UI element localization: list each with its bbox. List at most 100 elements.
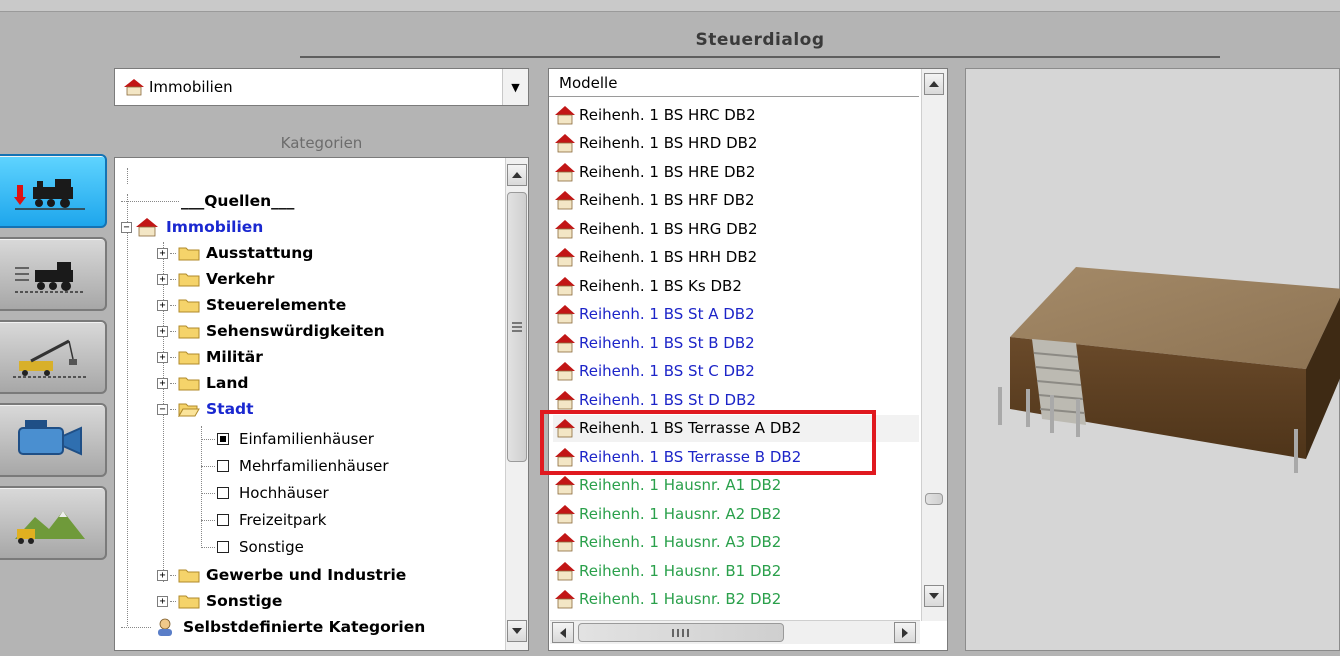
category-tree[interactable]: ___Quellen___ − Immobilien + Ausstattung…	[114, 157, 529, 651]
tree-item-gewerbe[interactable]: + Gewerbe und Industrie	[157, 562, 406, 588]
category-combobox[interactable]: Immobilien ▼	[114, 68, 529, 106]
expand-icon[interactable]: +	[157, 273, 168, 285]
tree-item-ausstattung[interactable]: + Ausstattung	[157, 240, 313, 266]
model-3d-preview	[998, 267, 1340, 473]
scroll-up-icon[interactable]	[507, 164, 527, 186]
tree-vertical-scrollbar[interactable]	[505, 158, 528, 650]
model-list-item[interactable]: Reihenh. 1 BS St A DB2	[553, 301, 919, 328]
model-item-label: Reihenh. 1 Hausnr. B1 DB2	[579, 561, 782, 580]
tree-item-einfamilienhaeuser[interactable]: Einfamilienhäuser	[201, 426, 374, 452]
model-list-item[interactable]: Reihenh. 1 BS HRG DB2	[553, 215, 919, 242]
tool-button-rollmaterial-list[interactable]	[0, 237, 107, 311]
model-list-item[interactable]: Reihenh. 1 BS St D DB2	[553, 386, 919, 413]
collapse-icon[interactable]: −	[121, 221, 132, 233]
tree-item-sonstige[interactable]: + Sonstige	[157, 588, 282, 614]
expand-icon[interactable]: +	[157, 299, 168, 311]
tree-item-hochhaeuser[interactable]: Hochhäuser	[201, 480, 329, 506]
model-list-item[interactable]: Reihenh. 1 Hausnr. B2 DB2	[553, 586, 919, 613]
tree-item-label: Militär	[206, 348, 263, 366]
house-icon	[555, 333, 575, 352]
scrollbar-thumb[interactable]	[925, 493, 943, 505]
tree-item-mehrfamilienhaeuser[interactable]: Mehrfamilienhäuser	[201, 453, 389, 479]
scrollbar-thumb[interactable]	[507, 192, 527, 462]
scroll-right-icon[interactable]	[894, 622, 916, 643]
scrollbar-thumb[interactable]	[578, 623, 784, 642]
tree-item-immobilien[interactable]: − Immobilien	[121, 214, 263, 240]
model-list-item[interactable]: Reihenh. 1 BS St B DB2	[553, 329, 919, 356]
expand-icon[interactable]: +	[157, 595, 168, 607]
tree-item-militaer[interactable]: + Militär	[157, 344, 263, 370]
expand-icon[interactable]: +	[157, 569, 168, 581]
model-item-label: Reihenh. 1 Hausnr. A3 DB2	[579, 533, 782, 551]
model-item-label: Reihenh. 1 BS St C DB2	[579, 362, 755, 380]
folder-icon	[178, 273, 200, 287]
collapse-icon[interactable]: −	[157, 403, 168, 415]
expand-icon[interactable]: +	[157, 247, 168, 259]
train-down-icon	[13, 179, 85, 210]
model-list-item[interactable]: Reihenh. 1 BS Ks DB2	[553, 272, 919, 299]
expand-icon[interactable]: +	[157, 377, 168, 389]
tree-connector	[201, 465, 215, 467]
tree-item-freizeitpark[interactable]: Freizeitpark	[201, 507, 327, 533]
model-list-item[interactable]: Reihenh. 1 BS HRH DB2	[553, 244, 919, 271]
checkbox-einfamilienhaeuser[interactable]	[217, 433, 229, 445]
tool-button-rollmaterial-insert[interactable]	[0, 154, 107, 228]
tree-connector	[201, 519, 215, 521]
models-vertical-scrollbar[interactable]	[921, 69, 947, 621]
tree-item-stadt[interactable]: − Stadt	[157, 396, 254, 422]
scroll-down-icon[interactable]	[507, 620, 527, 642]
tree-item-sehenswuerdigkeiten[interactable]: + Sehenswürdigkeiten	[157, 318, 385, 344]
models-column-header[interactable]: Modelle	[549, 69, 919, 97]
tree-connector	[170, 252, 176, 254]
model-list-item[interactable]: Reihenh. 1 Hausnr. A2 DB2	[553, 500, 919, 527]
tree-item-land[interactable]: + Land	[157, 370, 248, 396]
models-horizontal-scrollbar[interactable]	[550, 620, 920, 644]
model-list-item[interactable]: Reihenh. 1 Hausnr. A3 DB2	[553, 529, 919, 556]
model-list-item[interactable]: Reihenh. 1 BS HRC DB2	[553, 101, 919, 128]
tree-item-quellen[interactable]: ___Quellen___	[121, 188, 294, 214]
tree-item-label: Ausstattung	[206, 244, 314, 262]
tree-connector	[170, 600, 176, 602]
model-list-item[interactable]: Reihenh. 1 BS HRF DB2	[553, 187, 919, 214]
model-item-label: Reihenh. 1 BS HRH DB2	[579, 248, 758, 266]
expand-icon[interactable]: +	[157, 351, 168, 363]
tree-item-verkehr[interactable]: + Verkehr	[157, 266, 274, 292]
dropdown-arrow-icon[interactable]: ▼	[502, 69, 528, 105]
model-item-label: Reihenh. 1 Hausnr. A2 DB2	[579, 504, 782, 523]
scroll-down-icon[interactable]	[924, 585, 944, 607]
model-list-item[interactable]: Reihenh. 1 Hausnr. A1 DB2	[553, 472, 919, 499]
checkbox-sonstige-stadt[interactable]	[217, 541, 229, 553]
open-folder-icon	[178, 403, 200, 417]
model-list-item[interactable]: Reihenh. 1 Hausnr. B1 DB2	[553, 557, 919, 584]
tree-item-label: Steuerelemente	[206, 296, 347, 314]
tree-item-sonstige-stadt[interactable]: Sonstige	[201, 534, 304, 560]
checkbox-hochhaeuser[interactable]	[217, 487, 229, 499]
tree-connector	[201, 438, 215, 440]
model-list-item[interactable]: Reihenh. 1 BS St C DB2	[553, 358, 919, 385]
tree-item-steuerelemente[interactable]: + Steuerelemente	[157, 292, 346, 318]
checkbox-freizeitpark[interactable]	[217, 514, 229, 526]
tree-item-label: Hochhäuser	[239, 484, 329, 502]
model-list-item[interactable]: Reihenh. 1 BS HRE DB2	[553, 158, 919, 185]
tool-button-landschaft[interactable]	[0, 486, 107, 560]
tool-button-immobilien[interactable]	[0, 320, 107, 394]
tree-item-label: Sehenswürdigkeiten	[206, 322, 385, 340]
scroll-left-icon[interactable]	[552, 622, 574, 643]
highlight-box	[540, 410, 876, 475]
tree-item-selbstdefiniert[interactable]: Selbstdefinierte Kategorien	[121, 614, 425, 640]
model-list-item[interactable]: Reihenh. 1 BS HRD DB2	[553, 130, 919, 157]
checkbox-mehrfamilienhaeuser[interactable]	[217, 460, 229, 472]
tree-item-label: Selbstdefinierte Kategorien	[183, 618, 426, 636]
model-item-label: Reihenh. 1 BS HRF DB2	[579, 191, 755, 209]
tool-button-kamera[interactable]	[0, 403, 107, 477]
house-icon	[555, 162, 575, 181]
model-item-label: Reihenh. 1 BS HRE DB2	[579, 162, 756, 181]
camera-icon	[17, 420, 82, 456]
tree-item-label: ___Quellen___	[181, 192, 295, 210]
tree-connector	[170, 574, 176, 576]
tree-connector	[170, 408, 176, 410]
scroll-up-icon[interactable]	[924, 73, 944, 95]
models-list[interactable]: Modelle Reihenh. 1 BS HRC DB2 Reihenh. 1 …	[548, 68, 948, 651]
expand-icon[interactable]: +	[157, 325, 168, 337]
folder-icon	[178, 299, 200, 313]
